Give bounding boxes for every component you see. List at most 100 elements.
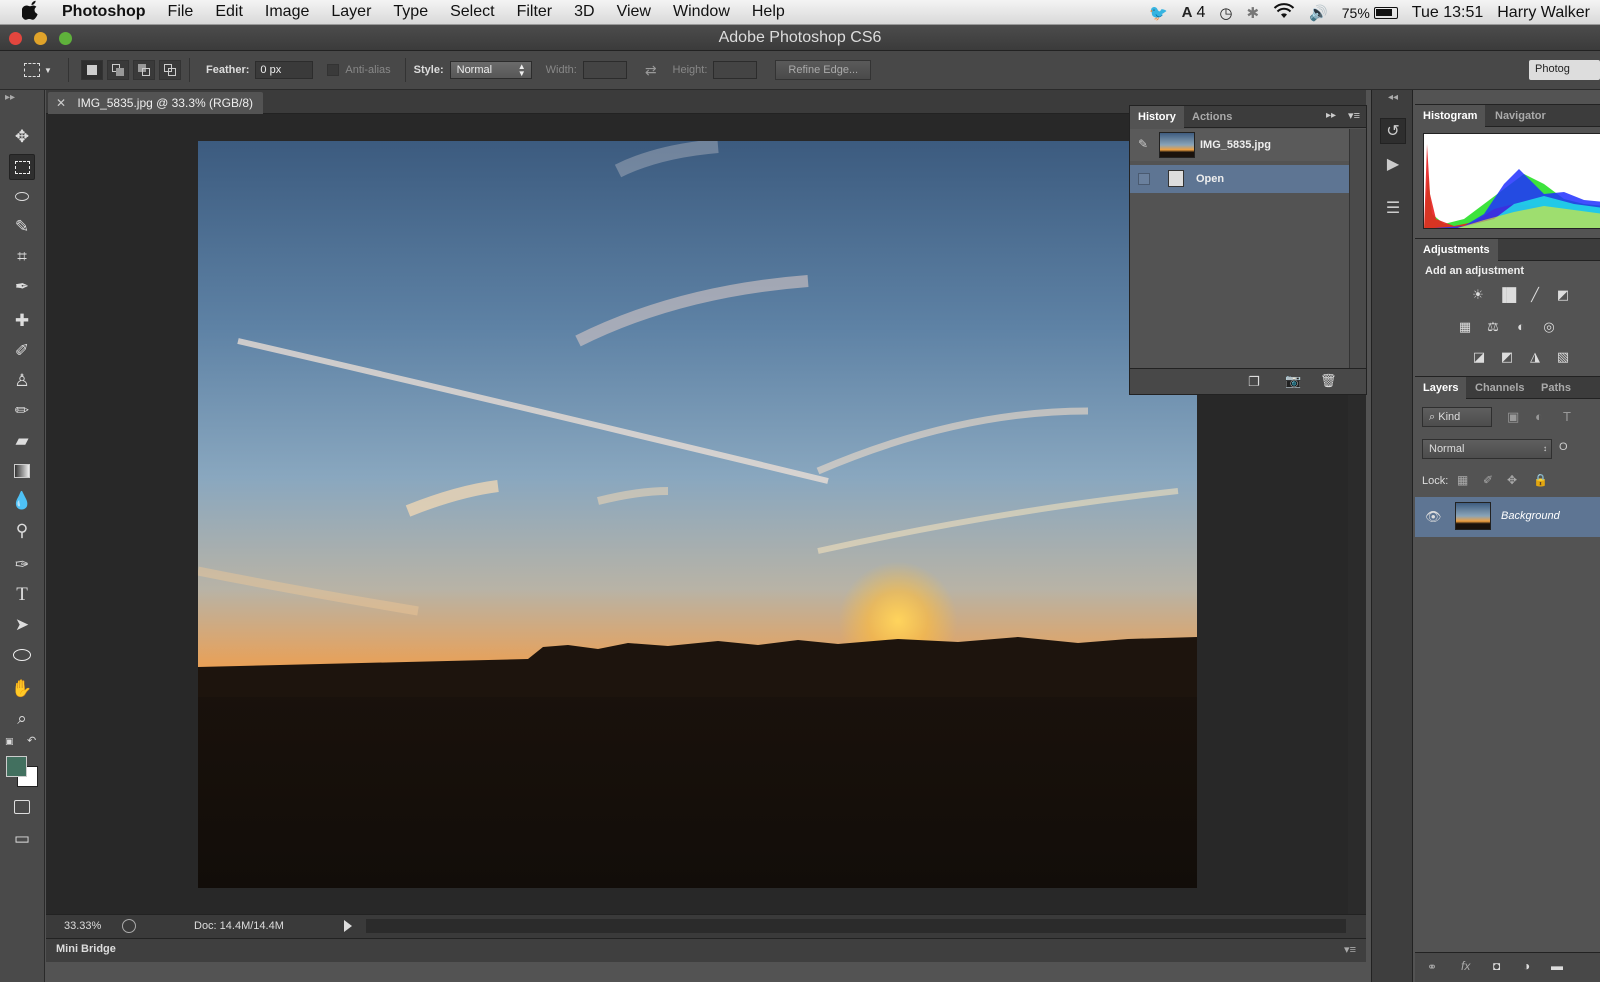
history-brush-source-checkbox[interactable]: [1138, 173, 1150, 185]
menu-filter[interactable]: Filter: [517, 3, 553, 21]
adjustment-layer-icon[interactable]: ◑: [1523, 959, 1530, 973]
feather-input[interactable]: 0 px: [255, 61, 314, 79]
history-brush-tool-icon[interactable]: ✏: [9, 398, 35, 424]
lock-pixels-icon[interactable]: ✐: [1483, 473, 1493, 487]
history-panel-icon[interactable]: ↺: [1380, 118, 1406, 144]
tab-paths[interactable]: Paths: [1533, 377, 1579, 399]
ellipse-tool-icon[interactable]: [9, 642, 35, 668]
exposure-icon[interactable]: ◩: [1553, 287, 1573, 305]
menu-image[interactable]: Image: [265, 3, 309, 21]
collapse-dock-icon[interactable]: ◂◂: [1388, 92, 1398, 103]
swap-dimensions-icon[interactable]: ⇄: [645, 62, 657, 79]
apple-icon[interactable]: [21, 0, 42, 24]
screen-mode-icon[interactable]: ▭: [9, 826, 35, 852]
add-to-selection-button[interactable]: [107, 60, 129, 80]
menu-app-name[interactable]: Photoshop: [62, 3, 146, 21]
tab-histogram[interactable]: Histogram: [1415, 105, 1486, 127]
history-state-row[interactable]: Open: [1130, 165, 1349, 193]
link-layers-icon[interactable]: ⚭: [1427, 960, 1437, 974]
layer-row-background[interactable]: 👁 Background: [1415, 497, 1600, 537]
time-machine-icon[interactable]: ◷: [1219, 4, 1232, 22]
filter-adjustment-layers-icon[interactable]: ◐: [1535, 409, 1543, 424]
move-tool-icon[interactable]: ✥: [9, 124, 35, 150]
posterize-icon[interactable]: ◩: [1497, 349, 1517, 367]
tab-actions[interactable]: Actions: [1184, 106, 1240, 128]
expand-panel-icon[interactable]: ▸▸: [1326, 110, 1336, 121]
hand-tool-icon[interactable]: ✋: [9, 676, 35, 702]
clone-stamp-tool-icon[interactable]: ♙: [9, 368, 35, 394]
refine-edge-button[interactable]: Refine Edge...: [775, 60, 872, 80]
eye-icon[interactable]: 👁: [1425, 509, 1442, 525]
minimize-window-button[interactable]: [34, 32, 47, 45]
menu-3d[interactable]: 3D: [574, 3, 594, 21]
filter-type-layers-icon[interactable]: T: [1563, 409, 1571, 424]
threshold-icon[interactable]: ◮: [1525, 349, 1545, 367]
camera-snapshot-icon[interactable]: 📷: [1285, 373, 1301, 389]
eyedropper-tool-icon[interactable]: ✒: [9, 274, 35, 300]
add-mask-icon[interactable]: ◘: [1493, 959, 1500, 973]
zoom-tool-icon[interactable]: ⌕: [9, 706, 35, 732]
swap-colors-icon[interactable]: ↶: [27, 734, 36, 747]
mini-bridge-label[interactable]: Mini Bridge: [56, 943, 116, 955]
menu-window[interactable]: Window: [673, 3, 730, 21]
invert-icon[interactable]: ◪: [1469, 349, 1489, 367]
photo-filter-icon[interactable]: ◎: [1539, 319, 1559, 337]
menu-view[interactable]: View: [617, 3, 651, 21]
width-input[interactable]: [582, 61, 627, 79]
menu-file[interactable]: File: [168, 3, 194, 21]
battery-status[interactable]: 75%: [1342, 5, 1398, 21]
lasso-tool-icon[interactable]: ⬭: [9, 184, 35, 210]
rectangular-marquee-tool-icon[interactable]: [9, 154, 35, 180]
dodge-tool-icon[interactable]: ⚲: [9, 518, 35, 544]
tab-channels[interactable]: Channels: [1467, 377, 1533, 399]
new-selection-button[interactable]: [81, 60, 103, 80]
path-selection-tool-icon[interactable]: ➤: [9, 612, 35, 638]
subtract-from-selection-button[interactable]: [133, 60, 155, 80]
quick-selection-tool-icon[interactable]: ✎: [9, 214, 35, 240]
twitter-bird-icon[interactable]: 🐦: [1149, 4, 1168, 22]
tab-adjustments[interactable]: Adjustments: [1415, 239, 1498, 261]
selective-color-icon[interactable]: ▧: [1553, 349, 1573, 367]
panel-menu-icon[interactable]: ▾≡: [1348, 109, 1360, 122]
menu-help[interactable]: Help: [752, 3, 785, 21]
zoom-window-button[interactable]: [59, 32, 72, 45]
bluetooth-icon[interactable]: ✱: [1246, 4, 1259, 22]
intersect-selection-button[interactable]: [159, 60, 181, 80]
tool-preset-picker[interactable]: ▼: [24, 58, 60, 82]
workspace-switcher[interactable]: Photog: [1529, 60, 1600, 80]
user-name[interactable]: Harry Walker: [1497, 4, 1590, 22]
collapse-toolbar-icon[interactable]: ▸▸: [5, 92, 15, 103]
menu-layer[interactable]: Layer: [331, 3, 371, 21]
status-menu-arrow-icon[interactable]: [344, 920, 352, 932]
blend-mode-select[interactable]: Normal ↕: [1422, 439, 1552, 459]
tab-layers[interactable]: Layers: [1415, 377, 1467, 399]
lock-all-icon[interactable]: 🔒: [1533, 473, 1548, 487]
gradient-tool-icon[interactable]: [9, 458, 35, 484]
anti-alias-checkbox[interactable]: [327, 64, 340, 76]
new-document-from-state-icon[interactable]: ❐: [1248, 374, 1260, 390]
layer-kind-filter[interactable]: ⌕ Kind: [1422, 407, 1492, 427]
lock-transparency-icon[interactable]: ▦: [1457, 473, 1468, 487]
tab-history[interactable]: History: [1130, 106, 1184, 128]
info-icon[interactable]: [122, 919, 136, 933]
blur-tool-icon[interactable]: 💧: [9, 488, 35, 514]
tab-navigator[interactable]: Navigator: [1487, 105, 1554, 127]
crop-tool-icon[interactable]: ⌗: [9, 244, 35, 270]
type-tool-icon[interactable]: T: [9, 582, 35, 608]
history-snapshot-row[interactable]: ✎ IMG_5835.jpg: [1130, 129, 1349, 161]
eraser-tool-icon[interactable]: ▰: [9, 428, 35, 454]
horizontal-scrollbar[interactable]: [366, 919, 1346, 933]
color-balance-icon[interactable]: ⚖: [1483, 319, 1503, 337]
zoom-level[interactable]: 33.33%: [64, 920, 101, 932]
history-brush-source-icon[interactable]: ✎: [1138, 137, 1148, 151]
default-colors-icon[interactable]: ▣: [5, 736, 14, 747]
adobe-notification[interactable]: A 4: [1182, 4, 1206, 22]
levels-icon[interactable]: ▐█: [1497, 287, 1517, 305]
spot-healing-tool-icon[interactable]: ✚: [9, 308, 35, 334]
height-input[interactable]: [713, 61, 758, 79]
menu-select[interactable]: Select: [450, 3, 494, 21]
image-canvas[interactable]: [198, 141, 1197, 888]
history-panel-scrollbar[interactable]: [1349, 129, 1366, 369]
menu-type[interactable]: Type: [393, 3, 428, 21]
lock-position-icon[interactable]: ✥: [1507, 473, 1517, 487]
